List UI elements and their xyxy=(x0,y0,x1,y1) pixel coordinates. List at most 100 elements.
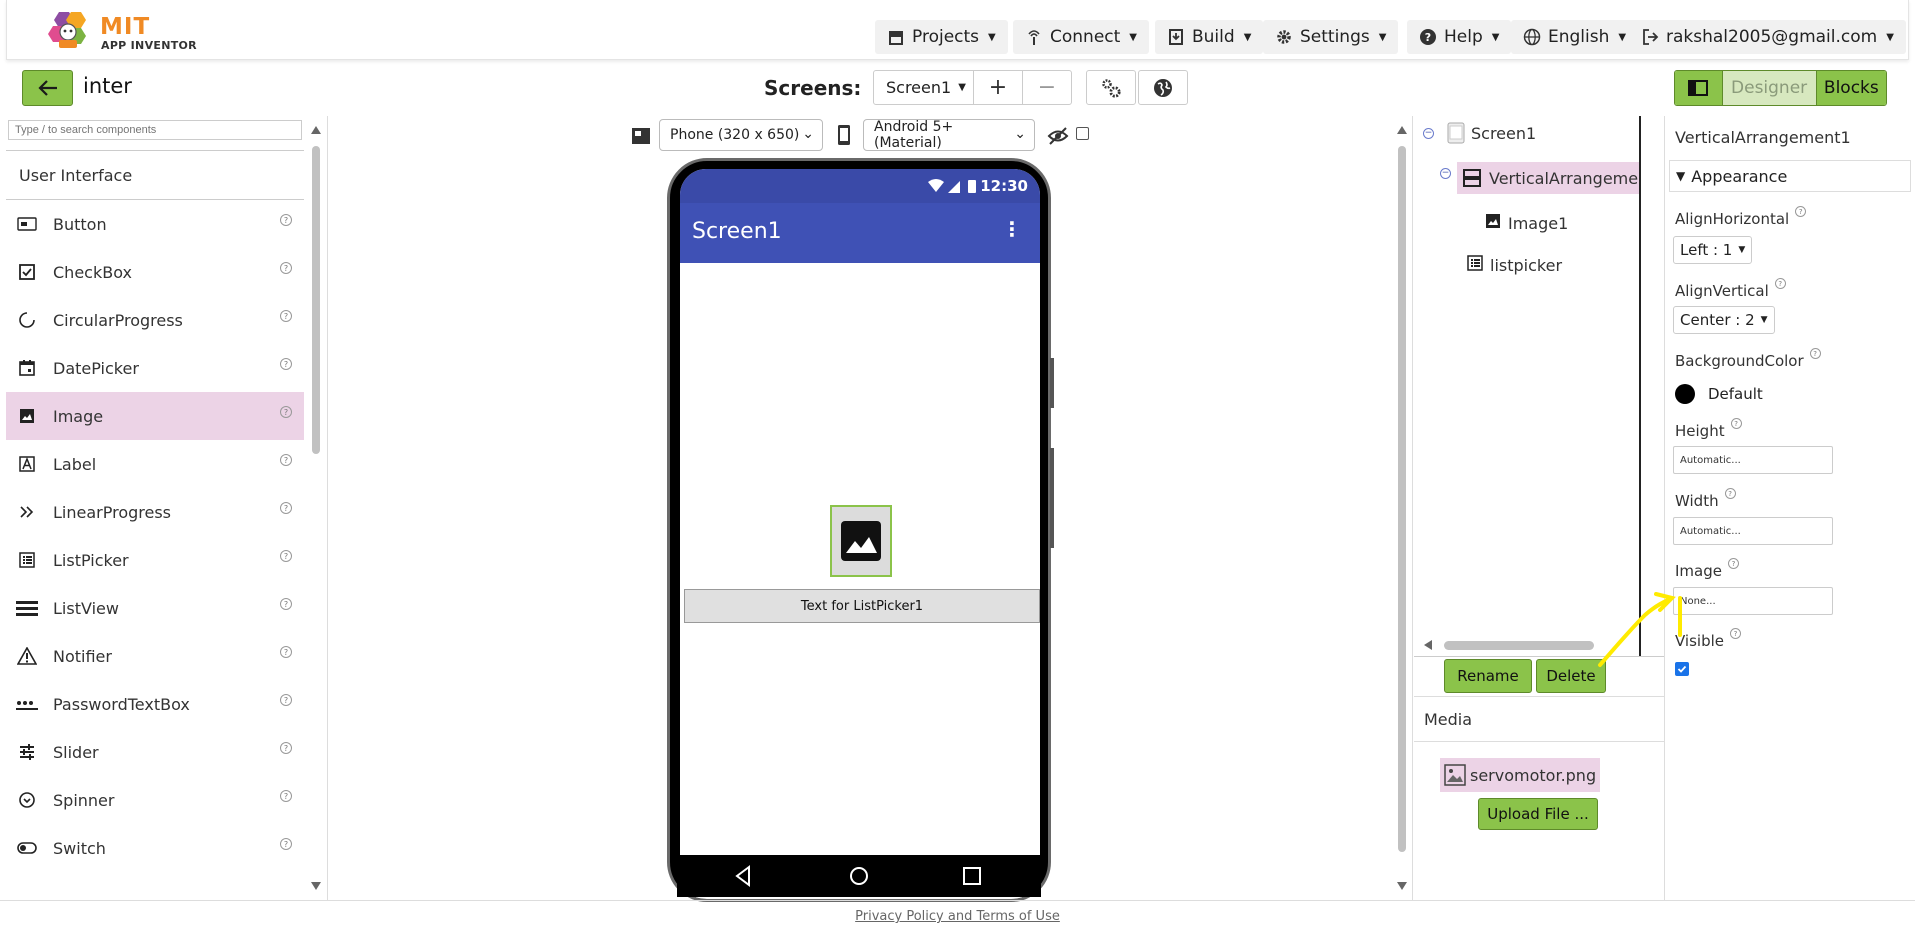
help-icon[interactable]: ? xyxy=(1724,488,1736,499)
device-size-select[interactable]: Phone (320 x 650) ⌄ xyxy=(659,119,823,151)
check-icon xyxy=(1677,665,1687,673)
remove-screen-button[interactable]: − xyxy=(1022,70,1072,105)
globe-icon xyxy=(1523,28,1541,46)
language-menu[interactable]: English ▼ xyxy=(1511,20,1639,54)
help-icon[interactable]: ? xyxy=(280,214,292,226)
palette-item-slider[interactable]: Slider ? xyxy=(6,728,304,776)
privacy-policy-link[interactable]: Privacy Policy and Terms of Use xyxy=(0,900,1915,932)
caret-down-icon: ▼ xyxy=(1738,245,1746,255)
help-icon[interactable]: ? xyxy=(1774,278,1786,289)
palette-item-button[interactable]: Button ? xyxy=(6,200,304,248)
upload-file-button[interactable]: Upload File ... xyxy=(1478,798,1598,830)
help-icon[interactable]: ? xyxy=(1727,558,1739,569)
appearance-section-header[interactable]: ▼ Appearance xyxy=(1669,160,1911,192)
help-icon[interactable]: ? xyxy=(280,742,292,754)
palette-item-label: Notifier xyxy=(53,646,112,666)
phone-preview-icon[interactable] xyxy=(836,124,852,146)
component-search-input[interactable] xyxy=(8,120,302,140)
help-icon[interactable]: ? xyxy=(280,406,292,418)
palette-item-listpicker[interactable]: ListPicker ? xyxy=(6,536,304,584)
overflow-menu-icon[interactable]: ⋮ xyxy=(1002,217,1022,241)
palette-item-listview[interactable]: ListView ? xyxy=(6,584,304,632)
toggle-panels-button[interactable] xyxy=(1675,71,1723,105)
palette-item-datepicker[interactable]: DatePicker ? xyxy=(6,344,304,392)
collapse-icon[interactable]: − xyxy=(1440,168,1451,179)
palette-scrollbar[interactable] xyxy=(310,124,322,892)
designer-button[interactable]: Designer xyxy=(1722,71,1816,105)
palette-item-passwordtextbox[interactable]: PasswordTextBox ? xyxy=(6,680,304,728)
help-icon[interactable]: ? xyxy=(1730,418,1742,429)
build-menu[interactable]: Build ▼ xyxy=(1155,20,1264,54)
help-icon[interactable]: ? xyxy=(280,790,292,802)
palette-item-notifier[interactable]: Notifier ? xyxy=(6,632,304,680)
add-screen-button[interactable]: + xyxy=(973,70,1023,105)
help-icon[interactable]: ? xyxy=(280,310,292,322)
help-icon[interactable]: ? xyxy=(280,262,292,274)
media-file-servomotor[interactable]: servomotor.png xyxy=(1440,758,1600,792)
tree-item-label: Screen1 xyxy=(1471,123,1537,143)
help-icon[interactable]: ? xyxy=(1809,348,1821,359)
align-vertical-select[interactable]: Center : 2 ▼ xyxy=(1673,306,1775,334)
width-input[interactable]: Automatic... xyxy=(1673,517,1833,545)
account-menu[interactable]: rakshal2005@gmail.com ▼ xyxy=(1629,20,1906,54)
toggle-icon xyxy=(16,837,38,859)
align-horizontal-select[interactable]: Left : 1 ▼ xyxy=(1673,236,1753,264)
delete-button[interactable]: Delete xyxy=(1536,659,1606,693)
publish-gallery-button[interactable] xyxy=(1138,70,1188,105)
blocks-button[interactable]: Blocks xyxy=(1815,71,1886,105)
viewer-scrollbar[interactable] xyxy=(1396,124,1408,892)
theme-value: Android 5+ (Material) xyxy=(874,119,954,151)
help-icon[interactable]: ? xyxy=(280,694,292,706)
width-label: Width? xyxy=(1675,488,1736,510)
list-picker-icon xyxy=(1467,254,1483,271)
help-icon[interactable]: ? xyxy=(280,502,292,514)
help-icon[interactable]: ? xyxy=(280,550,292,562)
image1-component[interactable] xyxy=(830,505,892,577)
help-icon[interactable]: ? xyxy=(1795,206,1807,217)
palette-item-label[interactable]: Label ? xyxy=(6,440,304,488)
theme-select[interactable]: Android 5+ (Material) ⌄ xyxy=(863,119,1035,151)
listpicker1-button[interactable]: Text for ListPicker1 xyxy=(684,589,1040,623)
mit-app-inventor-logo[interactable]: MIT APP INVENTOR xyxy=(43,6,203,54)
show-hidden-checkbox[interactable] xyxy=(1076,127,1089,140)
palette-item-spinner[interactable]: Spinner ? xyxy=(6,776,304,824)
phone-preview: 12:30 Screen1 ⋮ Text for ListPicker1 xyxy=(667,158,1051,902)
eye-slash-icon[interactable] xyxy=(1047,126,1069,146)
palette-item-switch[interactable]: Switch ? xyxy=(6,824,304,872)
back-button[interactable] xyxy=(22,70,73,106)
screen-selector[interactable]: Screen1 ▼ xyxy=(873,70,975,105)
height-input[interactable]: Automatic... xyxy=(1673,446,1833,474)
help-icon[interactable]: ? xyxy=(280,454,292,466)
phone-screen: 12:30 Screen1 ⋮ Text for ListPicker1 xyxy=(680,169,1040,899)
image-input[interactable]: None... xyxy=(1673,587,1833,615)
spinner-icon xyxy=(16,789,38,811)
settings-menu[interactable]: Settings ▼ xyxy=(1263,20,1399,54)
caret-down-icon: ▼ xyxy=(1886,31,1894,43)
help-icon[interactable]: ? xyxy=(280,598,292,610)
connect-menu[interactable]: Connect ▼ xyxy=(1013,20,1149,54)
tablet-preview-icon[interactable] xyxy=(631,126,651,146)
palette-category-header[interactable]: User Interface xyxy=(6,150,304,200)
help-menu[interactable]: ? Help ▼ xyxy=(1407,20,1512,54)
collapse-icon[interactable]: − xyxy=(1423,128,1434,139)
palette-item-circularprogress[interactable]: CircularProgress ? xyxy=(6,296,304,344)
projects-menu[interactable]: Projects ▼ xyxy=(875,20,1008,54)
palette-item-linearprogress[interactable]: LinearProgress ? xyxy=(6,488,304,536)
help-icon[interactable]: ? xyxy=(280,838,292,850)
visible-checkbox[interactable] xyxy=(1675,662,1689,676)
tree-item-verticalarrangement1[interactable]: VerticalArrangement1 xyxy=(1457,162,1639,194)
help-icon[interactable]: ? xyxy=(280,358,292,370)
tree-item-image1[interactable]: Image1 xyxy=(1484,208,1568,233)
background-color-picker[interactable]: Default xyxy=(1675,384,1763,404)
rename-button[interactable]: Rename xyxy=(1444,659,1532,693)
help-icon[interactable]: ? xyxy=(1730,628,1741,639)
project-properties-button[interactable] xyxy=(1086,70,1136,105)
align-horizontal-label: AlignHorizontal? xyxy=(1675,206,1807,228)
tree-item-listpicker[interactable]: listpicker xyxy=(1466,250,1562,275)
palette-item-image[interactable]: Image ? xyxy=(6,392,304,440)
help-icon[interactable]: ? xyxy=(280,646,292,658)
tree-horizontal-scrollbar[interactable] xyxy=(1422,638,1634,652)
tree-item-screen1[interactable]: Screen1 xyxy=(1447,122,1536,144)
align-vertical-text: AlignVertical xyxy=(1675,282,1769,300)
palette-item-checkbox[interactable]: CheckBox ? xyxy=(6,248,304,296)
